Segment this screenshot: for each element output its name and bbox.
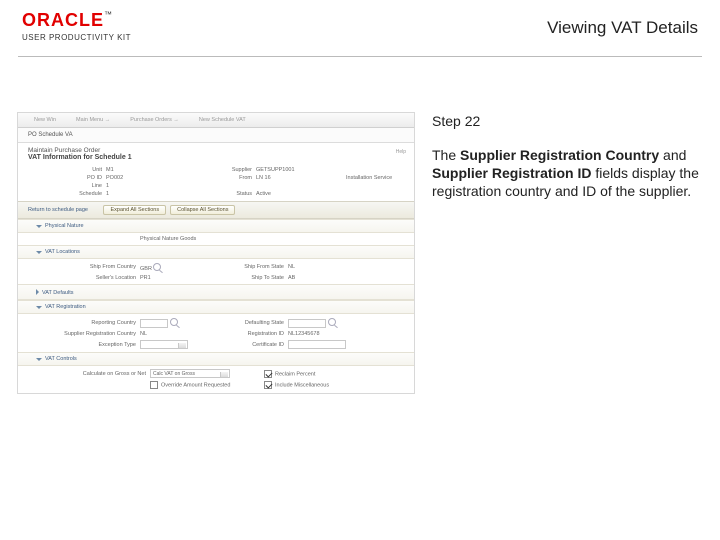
label: Defaulting State: [216, 320, 288, 326]
action-bar: Return to schedule page Expand All Secti…: [18, 201, 414, 219]
defaulting-state-input: [288, 319, 326, 328]
value: AB: [288, 275, 295, 281]
section-heading: VAT Information for Schedule 1: [18, 154, 414, 165]
label: Registration ID: [216, 331, 288, 337]
collapse-all-button: Collapse All Sections: [170, 205, 235, 215]
value: GBR: [140, 266, 152, 272]
supplier-reg-country-value: NL: [140, 331, 147, 337]
header: ORACLE™ USER PRODUCTIVITY KIT Viewing VA…: [18, 0, 702, 57]
section-vat-registration: VAT Registration: [18, 300, 414, 314]
section-label: VAT Defaults: [42, 290, 74, 296]
value: 1: [106, 191, 196, 197]
label: Ship From Country: [50, 264, 140, 270]
section-label: VAT Controls: [45, 356, 77, 362]
label: Override Amount Requested: [161, 383, 230, 389]
label: Supplier Registration Country: [50, 331, 140, 337]
section-label: VAT Registration: [45, 304, 86, 310]
right-column: Step 22 The Supplier Registration Countr…: [414, 57, 700, 517]
chevron-down-icon: [36, 306, 42, 309]
label: Ship From State: [216, 264, 288, 270]
chevron-down-icon: [36, 358, 42, 361]
section-vat-controls: VAT Controls: [18, 352, 414, 366]
checkbox-icon: [150, 381, 158, 389]
vat-registration-fields: Reporting Country Defaulting State Suppl…: [18, 314, 414, 352]
vat-controls-fields: Calculate on Gross or Net Calc VAT on Gr…: [18, 366, 414, 392]
supplier-reg-id-value: NL12345678: [288, 331, 320, 337]
trademark-icon: ™: [104, 10, 112, 19]
vat-locations-fields: Ship From Country GBR Ship From State NL…: [18, 259, 414, 284]
label: Exception Type: [50, 342, 140, 348]
help-link: Help: [396, 149, 406, 155]
section-vat-locations: VAT Locations: [18, 245, 414, 259]
tab-item: New Schedule VAT: [189, 113, 256, 127]
checkbox-icon: [264, 370, 272, 378]
return-link: Return to schedule page: [28, 207, 88, 213]
tab-item: Main Menu →: [66, 113, 120, 127]
expand-all-button: Expand All Sections: [103, 205, 166, 215]
tab-item: Purchase Orders →: [120, 113, 189, 127]
value: 1: [106, 183, 196, 189]
value: PO002: [106, 175, 196, 181]
label: Line: [40, 183, 106, 189]
section-label: Physical Nature: [45, 223, 84, 229]
header-form: Unit M1 Supplier GETSUPP1001 PO ID PO002…: [18, 165, 414, 201]
embedded-screenshot: New Win Main Menu → Purchase Orders → Ne…: [18, 113, 414, 393]
oracle-logo-text: ORACLE: [22, 10, 104, 30]
chevron-down-icon: [36, 225, 42, 228]
tab-item: New Win: [24, 113, 66, 127]
physical-nature-fields: Physical Nature Goods: [18, 233, 414, 245]
bold-term: Supplier Registration Country: [460, 147, 659, 163]
checkbox-icon: [264, 381, 272, 389]
label: Ship To State: [216, 275, 288, 281]
value: LN 16: [256, 175, 346, 181]
select-value: Calc VAT on Gross: [153, 371, 195, 377]
value: M1: [106, 167, 196, 173]
label: Status: [196, 191, 256, 197]
label: Supplier: [196, 167, 256, 173]
label: Reclaim Percent: [275, 371, 315, 377]
chevron-down-icon: [36, 251, 42, 254]
label: Reporting Country: [50, 320, 140, 326]
value: Active: [256, 191, 346, 197]
page-title: Viewing VAT Details: [547, 18, 698, 38]
section-vat-defaults: VAT Defaults: [18, 284, 414, 300]
label: Include Miscellaneous: [275, 383, 329, 389]
reporting-country-input: [140, 319, 168, 328]
label: From: [196, 175, 256, 181]
left-column: New Win Main Menu → Purchase Orders → Ne…: [18, 57, 414, 517]
brand-subtitle: USER PRODUCTIVITY KIT: [22, 33, 131, 42]
bold-term: Supplier Registration ID: [432, 165, 591, 181]
exception-type-select: [140, 340, 188, 349]
nav-tabs: New Win Main Menu → Purchase Orders → Ne…: [18, 113, 414, 128]
text: The: [432, 147, 460, 163]
value: PR1: [140, 275, 151, 281]
window-title: PO Schedule VA: [18, 128, 414, 143]
label: Seller's Location: [50, 275, 140, 281]
brand-block: ORACLE™ USER PRODUCTIVITY KIT: [22, 10, 131, 42]
body: New Win Main Menu → Purchase Orders → Ne…: [18, 57, 702, 517]
lookup-icon: [153, 263, 161, 271]
value: Physical Nature Goods: [140, 236, 400, 242]
section-label: VAT Locations: [45, 249, 80, 255]
value: GETSUPP1001: [256, 167, 346, 173]
label: Certificate ID: [216, 342, 288, 348]
value: NL: [288, 264, 295, 270]
lookup-icon: [170, 318, 178, 326]
label: Unit: [40, 167, 106, 173]
value: Installation Service: [346, 175, 400, 181]
step-label: Step 22: [432, 113, 700, 129]
label: Calculate on Gross or Net: [50, 371, 150, 377]
label: PO ID: [40, 175, 106, 181]
calc-gross-net-select: Calc VAT on Gross: [150, 369, 230, 378]
lookup-icon: [328, 318, 336, 326]
step-explanation: The Supplier Registration Country and Su…: [432, 147, 700, 201]
label: Schedule: [40, 191, 106, 197]
section-physical-nature: Physical Nature: [18, 219, 414, 233]
text: and: [659, 147, 686, 163]
certificate-id-input: [288, 340, 346, 349]
oracle-logo: ORACLE™: [22, 10, 131, 31]
page-subtitle: Maintain Purchase Order: [18, 143, 414, 154]
chevron-right-icon: [36, 289, 39, 295]
